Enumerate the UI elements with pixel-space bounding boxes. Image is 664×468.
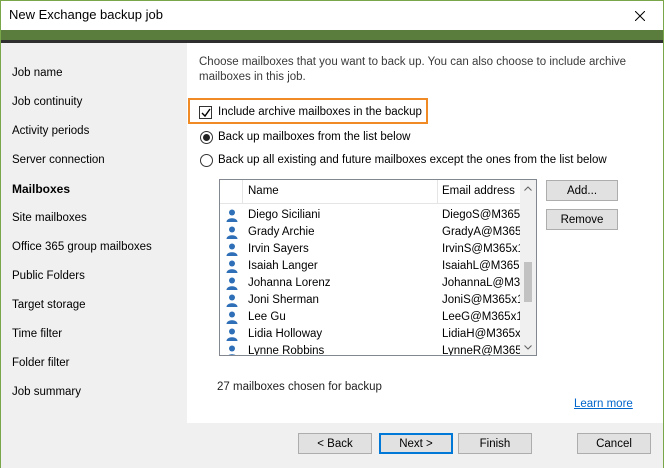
row-email: JohannaL@M36	[442, 277, 522, 289]
intro-text: Choose mailboxes that you want to back u…	[199, 56, 627, 83]
column-header-name[interactable]: Name	[248, 185, 279, 197]
wizard-window: New Exchange backup job Job name Job con…	[0, 0, 664, 468]
row-name: Lidia Holloway	[248, 328, 323, 340]
radio-backup-all-except-label[interactable]: Back up all existing and future mailboxe…	[218, 154, 607, 166]
remove-mailbox-button[interactable]: Remove	[546, 209, 618, 230]
sidebar-item-activity-periods[interactable]: Activity periods	[12, 125, 89, 137]
window-title: New Exchange backup job	[9, 7, 163, 22]
checkmark-icon	[201, 108, 211, 118]
table-row[interactable]: Lee Gu LeeG@M365x1	[220, 309, 522, 326]
column-separator	[437, 180, 438, 204]
row-email: JoniS@M365x1	[442, 294, 522, 306]
title-bar: New Exchange backup job	[1, 1, 663, 30]
table-row[interactable]: Lynne Robbins LynneR@M365	[220, 343, 522, 356]
row-email: LynneR@M365	[442, 345, 522, 356]
scroll-thumb[interactable]	[524, 262, 532, 302]
user-icon	[226, 209, 238, 222]
scroll-down-button[interactable]	[520, 339, 536, 355]
sidebar-item-mailboxes[interactable]: Mailboxes	[12, 182, 70, 196]
wizard-footer: < Back Next > Finish Cancel	[1, 423, 663, 468]
add-mailbox-button[interactable]: Add...	[546, 180, 618, 201]
row-name: Isaiah Langer	[248, 260, 318, 272]
sidebar-item-time-filter[interactable]: Time filter	[12, 328, 62, 340]
back-button[interactable]: < Back	[298, 433, 372, 454]
row-name: Johanna Lorenz	[248, 277, 331, 289]
sidebar-item-site-mailboxes[interactable]: Site mailboxes	[12, 212, 87, 224]
user-icon	[226, 260, 238, 273]
row-email: IrvinS@M365x1	[442, 243, 522, 255]
table-row[interactable]: Isaiah Langer IsaiahL@M365	[220, 258, 522, 275]
sidebar-item-job-summary[interactable]: Job summary	[12, 386, 81, 398]
close-button[interactable]	[617, 1, 663, 30]
finish-button[interactable]: Finish	[458, 433, 532, 454]
wizard-steps-sidebar: Job name Job continuity Activity periods…	[1, 43, 187, 423]
mailboxes-panel: Choose mailboxes that you want to back u…	[187, 43, 663, 423]
row-email: LidiaH@M365x	[442, 328, 521, 340]
row-email: LeeG@M365x1	[442, 311, 522, 323]
sidebar-item-target-storage[interactable]: Target storage	[12, 299, 86, 311]
radio-backup-from-list[interactable]	[200, 131, 213, 144]
user-icon	[226, 294, 238, 307]
table-row[interactable]: Irvin Sayers IrvinS@M365x1	[220, 241, 522, 258]
sidebar-item-folder-filter[interactable]: Folder filter	[12, 357, 70, 369]
table-row[interactable]: Joni Sherman JoniS@M365x1	[220, 292, 522, 309]
table-row[interactable]: Grady Archie GradyA@M365x	[220, 224, 522, 241]
row-name: Irvin Sayers	[248, 243, 309, 255]
learn-more-link[interactable]: Learn more	[574, 398, 633, 410]
row-name: Lynne Robbins	[248, 345, 325, 356]
user-icon	[226, 243, 238, 256]
sidebar-item-job-continuity[interactable]: Job continuity	[12, 96, 82, 108]
title-accent-bar	[1, 30, 663, 40]
user-icon	[226, 226, 238, 239]
row-email: IsaiahL@M365	[442, 260, 520, 272]
list-vertical-scrollbar[interactable]	[520, 180, 536, 355]
table-row[interactable]: Johanna Lorenz JohannaL@M36	[220, 275, 522, 292]
chevron-down-icon	[524, 344, 532, 350]
user-icon	[228, 345, 236, 355]
row-name: Joni Sherman	[248, 294, 319, 306]
radio-backup-from-list-label[interactable]: Back up mailboxes from the list below	[218, 131, 410, 143]
row-name: Grady Archie	[248, 226, 315, 238]
include-archive-checkbox[interactable]	[199, 106, 212, 119]
radio-backup-all-except[interactable]	[200, 154, 213, 167]
column-header-email[interactable]: Email address	[442, 185, 515, 197]
include-archive-label[interactable]: Include archive mailboxes in the backup	[218, 106, 422, 118]
sidebar-item-server-connection[interactable]: Server connection	[12, 154, 105, 166]
mailbox-list[interactable]: Name Email address Diego Siciliani Diego…	[219, 179, 537, 356]
column-separator	[242, 180, 243, 204]
next-button[interactable]: Next >	[379, 433, 453, 454]
list-header: Name Email address	[220, 180, 522, 204]
user-icon	[226, 311, 238, 324]
row-name: Lee Gu	[248, 311, 286, 323]
scroll-up-button[interactable]	[520, 180, 536, 196]
row-email: DiegoS@M365x	[442, 209, 522, 221]
sidebar-item-public-folders[interactable]: Public Folders	[12, 270, 85, 282]
row-email: GradyA@M365x	[442, 226, 522, 238]
row-name: Diego Siciliani	[248, 209, 321, 221]
cancel-button[interactable]: Cancel	[577, 433, 651, 454]
user-icon	[226, 328, 238, 341]
table-row[interactable]: Diego Siciliani DiegoS@M365x	[220, 207, 522, 224]
radio-selected-dot	[203, 134, 210, 141]
mailbox-count-text: 27 mailboxes chosen for backup	[217, 381, 382, 393]
chevron-up-icon	[524, 185, 532, 191]
close-icon	[635, 10, 645, 21]
table-row[interactable]: Lidia Holloway LidiaH@M365x	[220, 326, 522, 343]
sidebar-item-job-name[interactable]: Job name	[12, 67, 63, 79]
sidebar-item-office365-group-mailboxes[interactable]: Office 365 group mailboxes	[12, 241, 152, 253]
user-icon	[226, 277, 238, 290]
